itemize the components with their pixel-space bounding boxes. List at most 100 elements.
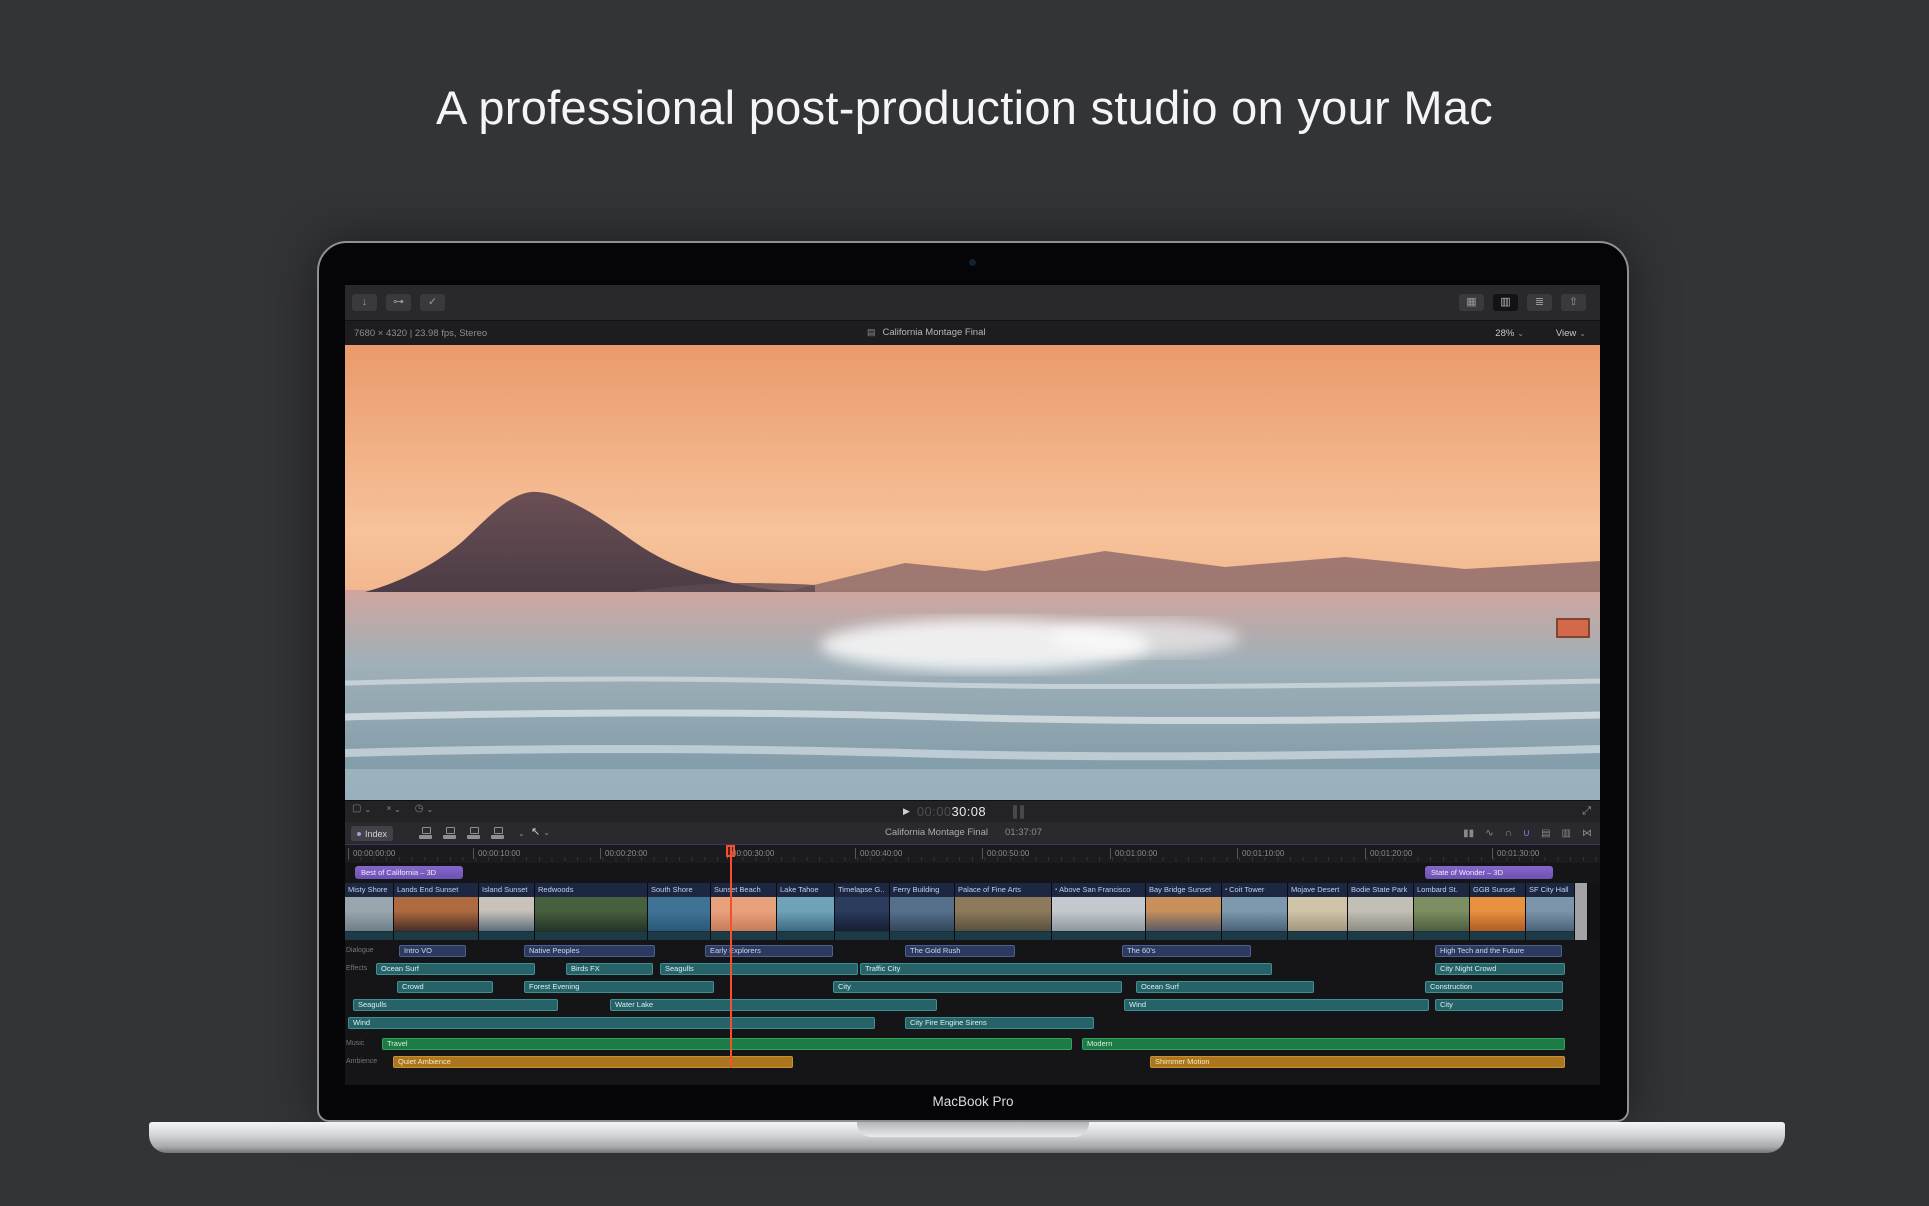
audio-clip[interactable]: Wind xyxy=(348,1017,875,1029)
clip-name: SF City Hall xyxy=(1526,883,1574,897)
trim-feedback-icon[interactable]: ⋈ xyxy=(1582,826,1592,841)
timeline-clip[interactable]: Lake Tahoe xyxy=(777,883,835,940)
timeline-clip[interactable]: GGB Sunset xyxy=(1470,883,1526,940)
audio-clip[interactable]: The Gold Rush xyxy=(905,945,1015,957)
connect-edit-icon[interactable] xyxy=(419,827,432,839)
select-tool-icon[interactable]: ↖⌄ xyxy=(531,825,550,838)
background-tasks-icon[interactable]: ✓ xyxy=(420,294,445,311)
track-label: Dialogue xyxy=(346,947,374,954)
audio-skimming-icon[interactable]: ∩ xyxy=(1505,826,1512,841)
timeline-clip[interactable]: Timelapse G.. xyxy=(835,883,890,940)
timeline-clip[interactable]: Bay Bridge Sunset xyxy=(1146,883,1222,940)
timeline-clip[interactable]: Mojave Desert xyxy=(1288,883,1348,940)
clip-audio-strip xyxy=(1414,931,1469,940)
audio-clip[interactable]: City xyxy=(1435,999,1563,1011)
retime-icon[interactable]: ◷⌄ xyxy=(415,804,433,814)
expand-icon[interactable]: ⤢ xyxy=(1582,805,1591,818)
play-icon[interactable]: ▶ xyxy=(903,806,910,817)
audio-clip[interactable]: Wind xyxy=(1124,999,1429,1011)
timeline-clip[interactable] xyxy=(1575,883,1588,940)
audio-clip[interactable]: Seagulls xyxy=(660,963,858,975)
track-label: Effects xyxy=(346,965,367,972)
insert-edit-icon[interactable] xyxy=(443,827,456,839)
macbook-base-notch xyxy=(857,1122,1089,1137)
snapping-icon[interactable]: ∪ xyxy=(1523,826,1530,841)
zoom-select[interactable]: 28%⌄ xyxy=(1495,328,1524,339)
audio-clip[interactable]: Traffic City xyxy=(860,963,1272,975)
timeline-clip[interactable]: Lands End Sunset xyxy=(394,883,479,940)
browser-grid-icon[interactable]: ▦ xyxy=(1459,294,1484,311)
audio-clip[interactable]: City Fire Engine Sirens xyxy=(905,1017,1094,1029)
effects-tools-icon[interactable]: +⌄ xyxy=(385,804,401,814)
audio-clip[interactable]: Intro VO xyxy=(399,945,466,957)
audio-clip[interactable]: Construction xyxy=(1425,981,1563,993)
ruler-tick: 00:01:20:00 xyxy=(1365,848,1412,859)
viewer-title-object[interactable] xyxy=(1556,618,1590,638)
browser-filmstrip-icon[interactable]: ▥ xyxy=(1493,294,1518,311)
keyword-editor-icon[interactable]: ⊶ xyxy=(386,294,411,311)
title-clip[interactable]: State of Wonder – 3D xyxy=(1425,866,1553,879)
audio-meters-icon[interactable]: ▮▮ xyxy=(1463,826,1474,841)
skimming-icon[interactable]: ∿ xyxy=(1485,826,1493,841)
timeline-clip[interactable]: Redwoods xyxy=(535,883,648,940)
audio-clip[interactable]: Crowd xyxy=(397,981,493,993)
timeline-clip[interactable]: Island Sunset xyxy=(479,883,535,940)
index-button[interactable]: Index xyxy=(351,826,393,841)
title-clip[interactable]: Best of California – 3D xyxy=(355,866,463,879)
audio-clip[interactable]: The 60's xyxy=(1122,945,1251,957)
timeline-clip[interactable]: Lombard St. xyxy=(1414,883,1470,940)
ocean-sunset-scene xyxy=(345,345,1600,800)
chevron-down-icon: ⌄ xyxy=(1579,329,1586,338)
audio-clip[interactable]: Forest Evening xyxy=(524,981,714,993)
audio-clip[interactable]: Quiet Ambience xyxy=(393,1056,793,1068)
playhead[interactable] xyxy=(730,845,732,1068)
timeline-clip[interactable]: South Shore xyxy=(648,883,711,940)
import-media-icon[interactable]: ↓ xyxy=(352,294,377,311)
audio-clip[interactable]: City Night Crowd xyxy=(1435,963,1565,975)
timeline-clip[interactable]: Misty Shore xyxy=(345,883,394,940)
timeline-display-icon[interactable]: ▥ xyxy=(1562,826,1571,841)
timeline-clip[interactable]: Palace of Fine Arts xyxy=(955,883,1052,940)
timeline-clip[interactable]: Sunset Beach xyxy=(711,883,777,940)
timeline-project-title: California Montage Final xyxy=(885,827,988,838)
page: A professional post-production studio on… xyxy=(0,0,1929,1206)
audio-clip[interactable]: High Tech and the Future xyxy=(1435,945,1562,957)
timecode-display: 00:0030:08 xyxy=(917,804,986,819)
audio-clip[interactable]: Ocean Surf xyxy=(376,963,535,975)
audio-clip[interactable]: Travel xyxy=(382,1038,1072,1050)
audio-clip[interactable]: Early Explorers xyxy=(705,945,833,957)
audio-clip[interactable]: Seagulls xyxy=(353,999,558,1011)
view-select[interactable]: View⌄ xyxy=(1556,328,1586,339)
audio-clip[interactable]: Ocean Surf xyxy=(1136,981,1314,993)
clip-audio-strip xyxy=(835,931,889,940)
clip-thumbnail xyxy=(1052,897,1145,931)
clip-thumbnail xyxy=(394,897,478,931)
share-icon[interactable]: ⇧ xyxy=(1561,294,1586,311)
timeline-clip[interactable]: ▪Above San Francisco xyxy=(1052,883,1146,940)
clip-thumbnail xyxy=(648,897,710,931)
inspector-icon[interactable]: ≣ xyxy=(1527,294,1552,311)
timeline-clip[interactable]: ▪Coit Tower xyxy=(1222,883,1288,940)
timeline-clip[interactable]: Ferry Building xyxy=(890,883,955,940)
timeline-ruler[interactable]: 00:00:00:0000:00:10:0000:00:20:0000:00:3… xyxy=(345,845,1600,863)
audio-clip[interactable]: Shimmer Motion xyxy=(1150,1056,1565,1068)
overwrite-edit-icon[interactable] xyxy=(491,827,504,839)
append-edit-icon[interactable] xyxy=(467,827,480,839)
clip-thumbnail xyxy=(1146,897,1221,931)
multicam-icon: ▪ xyxy=(1225,883,1227,897)
timeline-clip[interactable]: Bodie State Park xyxy=(1348,883,1414,940)
audio-clip[interactable]: City xyxy=(833,981,1122,993)
viewer-options-icon[interactable]: ▢⌄ xyxy=(352,804,371,814)
audio-clip[interactable]: Modern xyxy=(1082,1038,1565,1050)
audio-clip[interactable]: Birds FX xyxy=(566,963,653,975)
playhead-handle[interactable] xyxy=(726,845,735,857)
audio-meters-icon[interactable] xyxy=(1013,805,1027,819)
clip-name: Palace of Fine Arts xyxy=(955,883,1051,897)
timeline-clip[interactable]: SF City Hall xyxy=(1526,883,1575,940)
clip-appearance-icon[interactable]: ▤ xyxy=(1541,826,1550,841)
audio-clip[interactable]: Water Lake xyxy=(610,999,937,1011)
audio-clip[interactable]: Native Peoples xyxy=(524,945,655,957)
clip-thumbnail xyxy=(1414,897,1469,931)
title-lane: Best of California – 3D State of Wonder –… xyxy=(345,866,1600,881)
clip-name: ▪Coit Tower xyxy=(1222,883,1287,897)
